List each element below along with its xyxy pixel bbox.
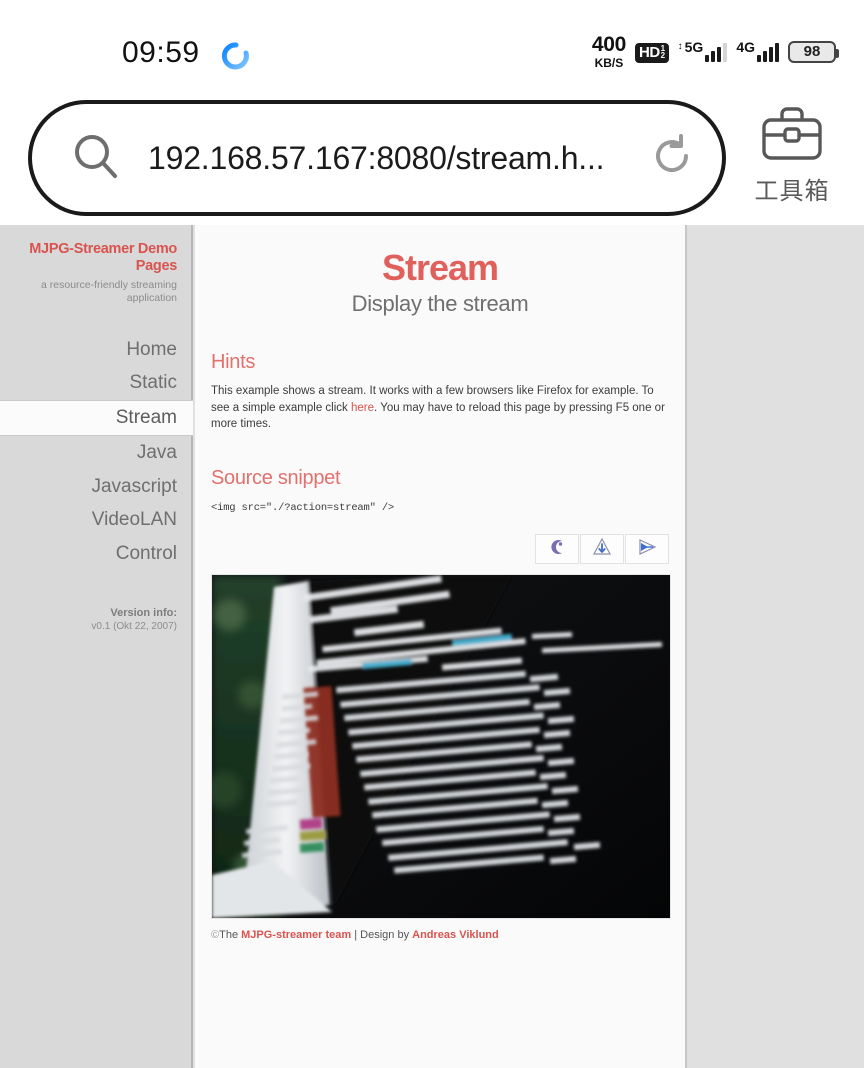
sidebar-item-stream[interactable]: Stream <box>0 400 193 436</box>
briefcase-icon <box>759 104 825 167</box>
sidebar-item-static[interactable]: Static <box>0 366 177 400</box>
hints-here-link[interactable]: here <box>351 402 374 414</box>
page-footer: ©The MJPG-streamer team | Design by Andr… <box>211 929 669 941</box>
footer-prefix: The <box>219 929 242 942</box>
status-bar-indicators: 400 KB/S HD 1 2 ↕ 5G 4G 98 <box>592 34 839 69</box>
data-transfer-arrows-icon: ↕ <box>677 40 683 52</box>
sim2-signal-bars-icon <box>757 42 779 62</box>
stream-image[interactable] <box>211 574 671 920</box>
plugin-toolbar <box>211 534 669 565</box>
web-page: MJPG-Streamer Demo Pages a resource-frie… <box>0 225 864 1068</box>
sim1-signal-indicator: ↕ 5G <box>677 38 728 62</box>
network-speed-unit: KB/S <box>594 56 624 70</box>
site-title: MJPG-Streamer Demo Pages <box>29 241 177 274</box>
hd-voice-icon: HD 1 2 <box>635 42 669 63</box>
source-snippet-heading: Source snippet <box>211 467 341 490</box>
flash-plugin-button[interactable] <box>535 534 579 565</box>
search-icon <box>70 130 122 187</box>
status-bar-clock: 09:59 <box>122 36 200 69</box>
site-subtitle: a resource-friendly streaming applicatio… <box>41 279 177 304</box>
sidebar-item-java[interactable]: Java <box>0 436 177 470</box>
version-info-value: v0.1 (Okt 22, 2007) <box>91 620 177 632</box>
sim1-signal-bars-icon <box>705 42 728 62</box>
version-info: Version info: v0.1 (Okt 22, 2007) <box>0 607 177 632</box>
toolbox-button[interactable]: 工具箱 <box>736 104 848 206</box>
sim2-signal-indicator: 4G <box>736 38 779 62</box>
page-subtitle: Display the stream <box>351 291 529 316</box>
loading-spinner-icon <box>221 42 250 70</box>
sidebar-nav: Home Static Stream Java Javascript Video… <box>0 333 193 571</box>
url-input[interactable]: 192.168.57.167:8080/stream.h... <box>148 140 648 177</box>
hd-badge-sub: 2 <box>660 51 665 60</box>
site-content: Stream Display the stream Hints This exa… <box>195 225 687 1068</box>
battery-indicator: 98 <box>788 40 839 63</box>
mediaplayer-plugin-button[interactable] <box>625 534 669 565</box>
page-title: Stream <box>381 247 499 288</box>
browser-toolbar: 192.168.57.167:8080/stream.h... 工具箱 <box>0 90 864 225</box>
source-snippet-code: <img src="./?action=stream" /> <box>211 502 395 515</box>
url-bar[interactable]: 192.168.57.167:8080/stream.h... <box>28 100 726 216</box>
sidebar-item-javascript[interactable]: Javascript <box>0 470 177 504</box>
sidebar-item-home[interactable]: Home <box>0 333 177 367</box>
mediaplayer-plugin-icon <box>636 536 658 563</box>
vlc-plugin-button[interactable] <box>580 534 624 565</box>
hints-paragraph: This example shows a stream. It works wi… <box>211 383 669 433</box>
reload-icon[interactable] <box>648 132 696 185</box>
hd-badge-text: HD <box>639 43 660 61</box>
hd-badge-fraction: 1 2 <box>660 44 665 60</box>
status-bar: 09:59 400 KB/S HD 1 2 ↕ 5G 4G 98 <box>0 0 864 90</box>
sim1-network-type: 5G <box>684 38 704 55</box>
network-speed-indicator: 400 KB/S <box>592 34 626 69</box>
sidebar-item-control[interactable]: Control <box>0 537 177 571</box>
footer-designer-link[interactable]: Andreas Viklund <box>412 929 499 941</box>
footer-team-link[interactable]: MJPG-streamer team <box>241 929 351 941</box>
flash-plugin-icon <box>546 536 568 563</box>
sidebar-item-videolan[interactable]: VideoLAN <box>0 503 177 537</box>
sim2-network-type: 4G <box>736 38 755 55</box>
toolbox-label: 工具箱 <box>754 177 830 205</box>
vlc-plugin-icon <box>591 536 613 563</box>
hints-heading: Hints <box>211 351 256 373</box>
network-speed-value: 400 <box>591 33 626 56</box>
stream-image-frame <box>212 575 670 919</box>
footer-separator: | Design by <box>351 929 413 942</box>
battery-percent-label: 98 <box>803 43 821 60</box>
site-sidebar: MJPG-Streamer Demo Pages a resource-frie… <box>0 225 193 1068</box>
copyright-symbol: © <box>211 929 220 942</box>
version-info-title: Version info: <box>110 606 177 619</box>
